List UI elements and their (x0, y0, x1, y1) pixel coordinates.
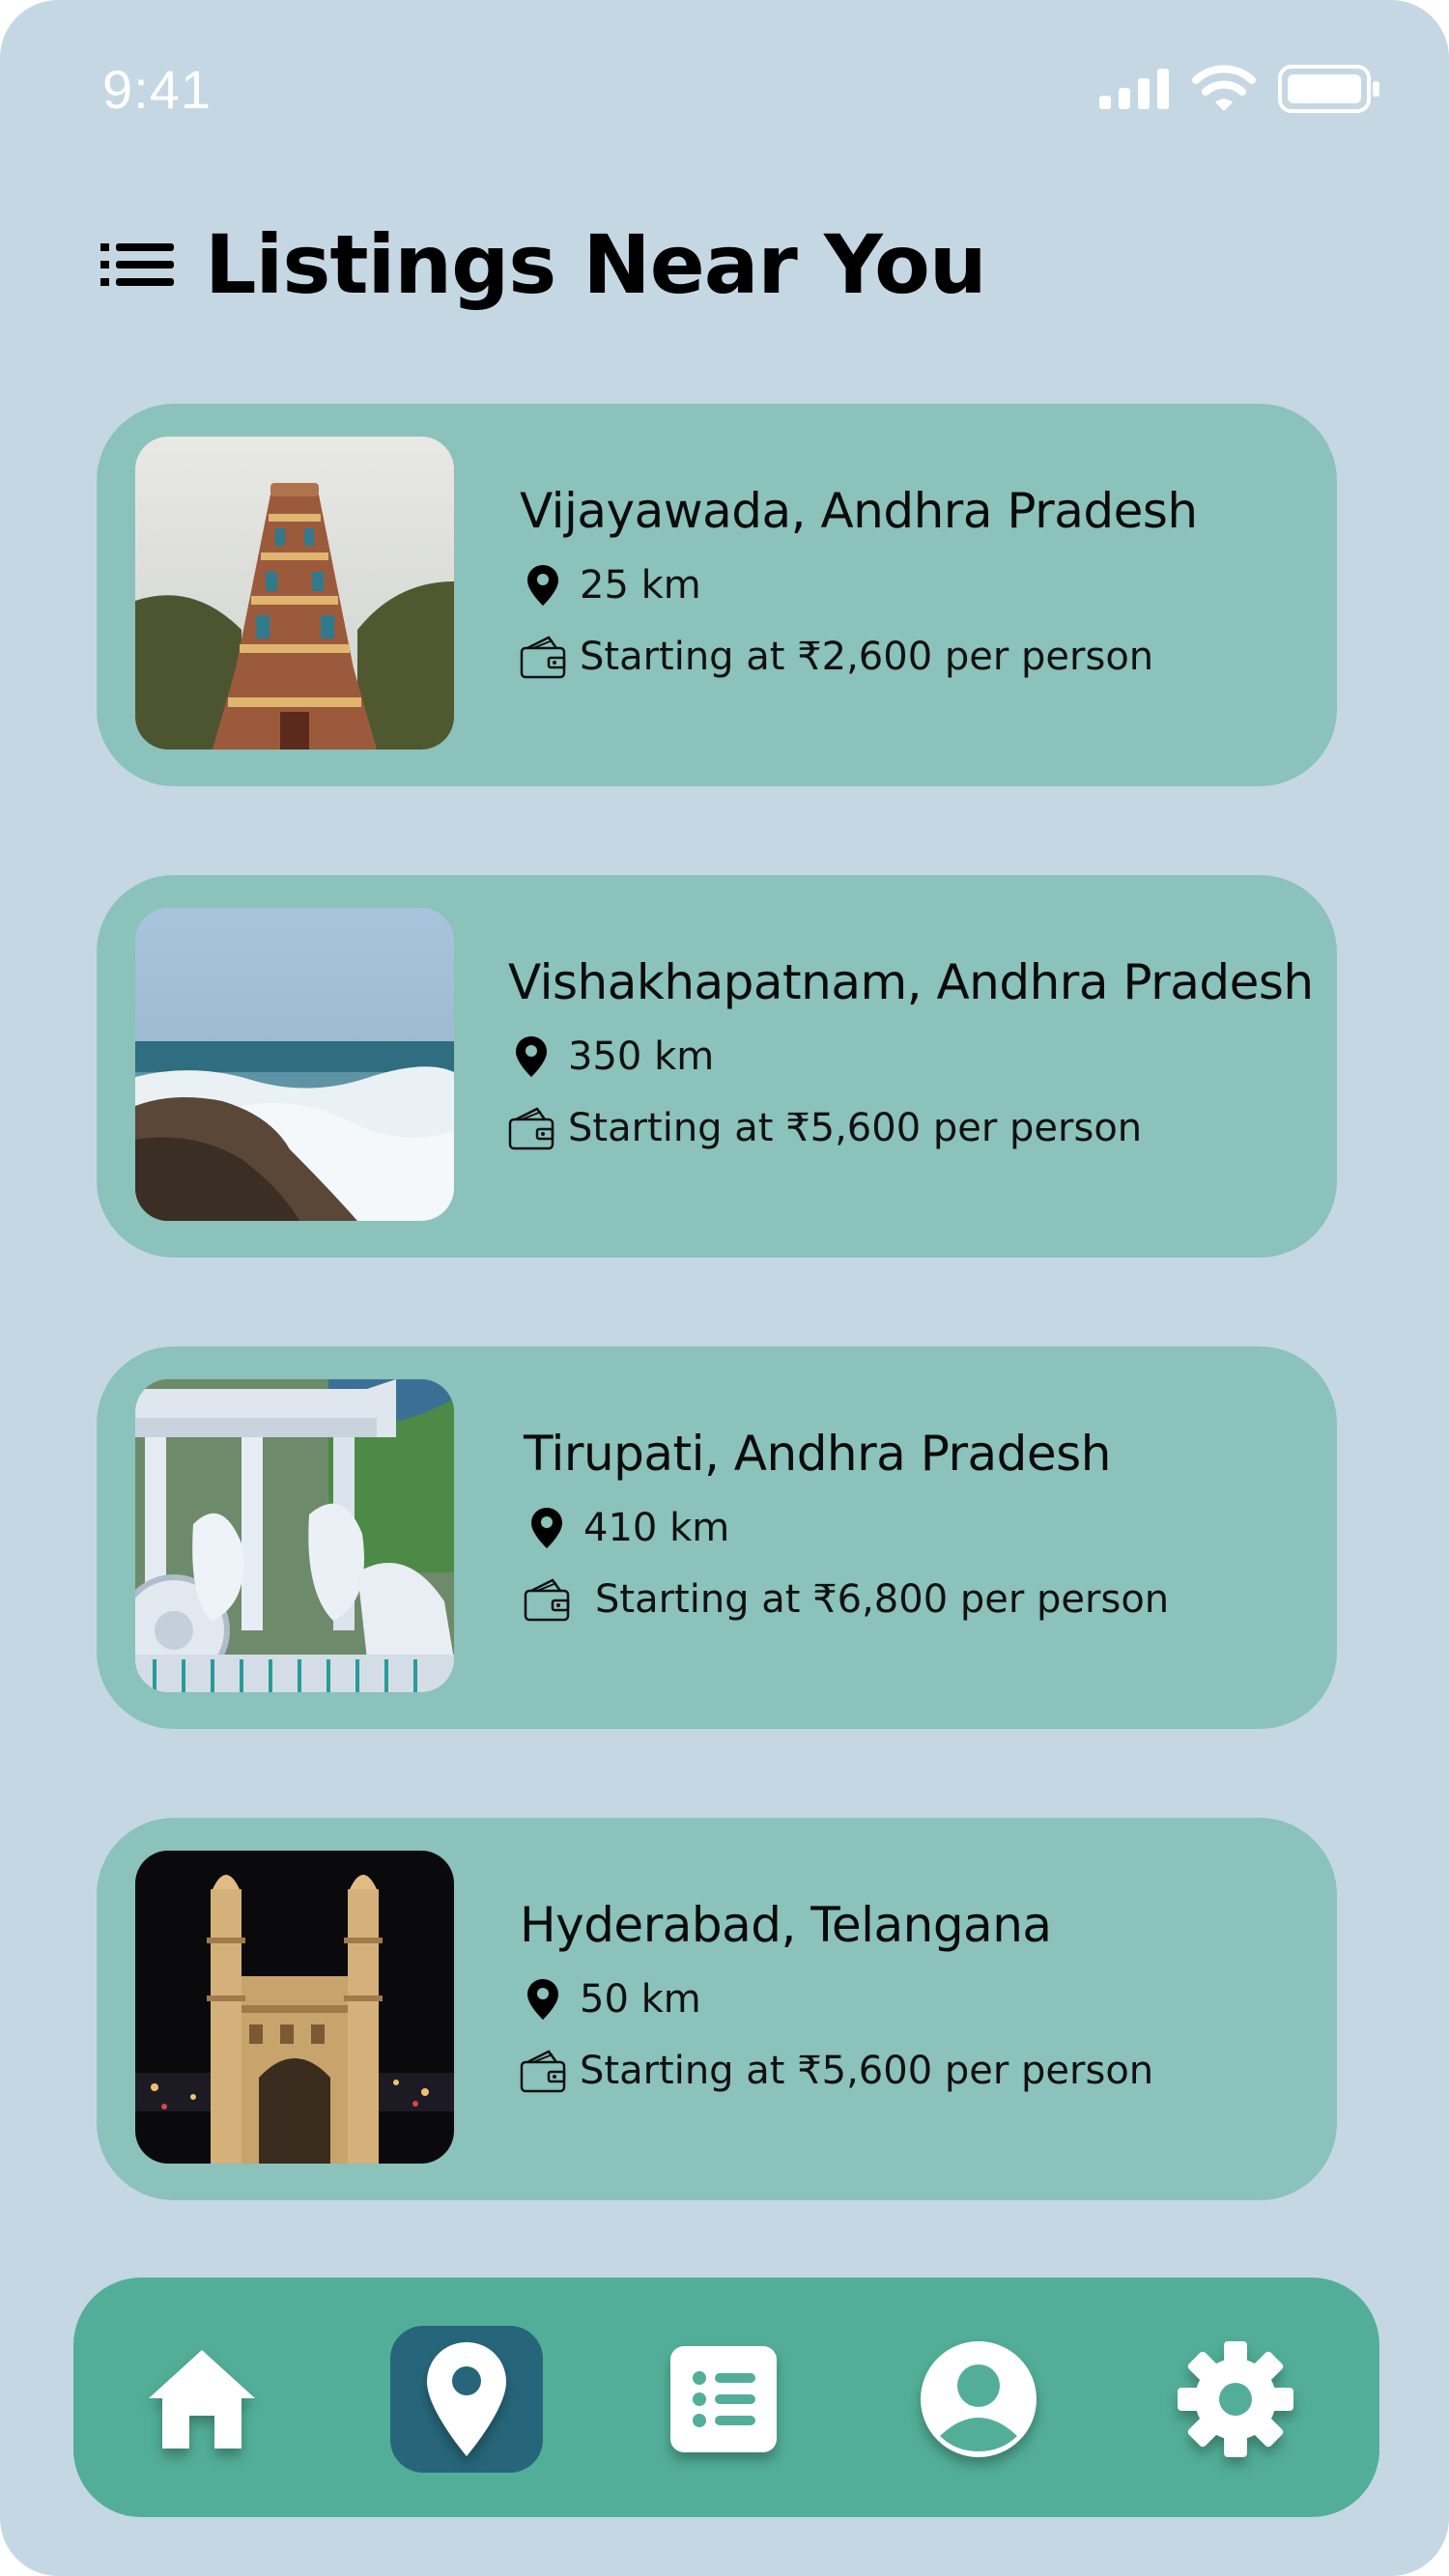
wifi-icon (1192, 65, 1256, 111)
listing-thumbnail (135, 908, 454, 1221)
list-icon (670, 2346, 777, 2452)
profile-icon (921, 2341, 1037, 2457)
listing-info: Hyderabad, Telangana 50 km Starting at ₹… (520, 1897, 1331, 2096)
listing-card[interactable]: Hyderabad, Telangana 50 km Starting at ₹… (97, 1818, 1337, 2200)
distance-text: 25 km (580, 563, 701, 608)
listing-title: Tirupati, Andhra Pradesh (524, 1426, 1111, 1482)
wallet-icon (508, 1103, 554, 1153)
price-text: Starting at ₹6,800 per person (595, 1577, 1170, 1622)
listing-info: Vijayawada, Andhra Pradesh 25 km Startin… (520, 483, 1331, 682)
location-pin-icon (520, 1974, 566, 2024)
app-screen: 9:41 Listings Near You Vijayawada, Andhr… (0, 0, 1449, 2576)
distance-text: 410 km (583, 1506, 730, 1550)
distance-row: 350 km (508, 1032, 1320, 1082)
listing-thumbnail (135, 1379, 454, 1692)
location-pin-icon (524, 1503, 570, 1553)
nav-settings[interactable] (1159, 2326, 1312, 2473)
listing-card[interactable]: Vishakhapatnam, Andhra Pradesh 350 km St… (97, 875, 1337, 1258)
wallet-icon (524, 1574, 570, 1625)
wallet-icon (520, 2046, 566, 2096)
price-row: Starting at ₹2,600 per person (520, 632, 1331, 682)
signal-icon (1099, 69, 1169, 109)
distance-text: 350 km (568, 1034, 715, 1079)
distance-text: 50 km (580, 1977, 701, 2022)
nav-location[interactable] (390, 2326, 543, 2473)
listing-card[interactable]: Tirupati, Andhra Pradesh 410 km Starting… (97, 1346, 1337, 1729)
listing-title: Vijayawada, Andhra Pradesh (520, 483, 1198, 539)
location-pin-icon (520, 560, 566, 610)
distance-row: 410 km (524, 1503, 1335, 1553)
price-row: Starting at ₹5,600 per person (508, 1103, 1320, 1153)
bottom-nav (73, 2278, 1379, 2517)
home-icon (149, 2350, 255, 2449)
location-pin-icon (427, 2342, 506, 2456)
price-text: Starting at ₹2,600 per person (580, 635, 1154, 679)
listing-thumbnail (135, 437, 454, 750)
settings-icon (1178, 2341, 1293, 2457)
battery-icon (1278, 65, 1379, 113)
listing-card[interactable]: Vijayawada, Andhra Pradesh 25 km Startin… (97, 404, 1337, 786)
listing-title: Vishakhapatnam, Andhra Pradesh (508, 954, 1314, 1010)
price-row: Starting at ₹5,600 per person (520, 2046, 1331, 2096)
distance-row: 25 km (520, 560, 1331, 610)
nav-home[interactable] (126, 2326, 278, 2473)
listing-thumbnail (135, 1851, 454, 2164)
status-icons (1097, 64, 1381, 114)
price-text: Starting at ₹5,600 per person (580, 2049, 1154, 2093)
page-header: Listings Near You (100, 217, 987, 312)
nav-profile[interactable] (902, 2326, 1055, 2473)
distance-row: 50 km (520, 1974, 1331, 2024)
nav-listings[interactable] (647, 2326, 800, 2473)
list-icon[interactable] (100, 241, 176, 289)
listing-info: Tirupati, Andhra Pradesh 410 km Starting… (524, 1426, 1335, 1625)
page-title: Listings Near You (205, 217, 987, 312)
price-text: Starting at ₹5,600 per person (568, 1106, 1143, 1150)
listing-title: Hyderabad, Telangana (520, 1897, 1052, 1953)
price-row: Starting at ₹6,800 per person (524, 1574, 1335, 1625)
wallet-icon (520, 632, 566, 682)
status-time: 9:41 (102, 59, 212, 120)
listing-info: Vishakhapatnam, Andhra Pradesh 350 km St… (508, 954, 1320, 1153)
location-pin-icon (508, 1032, 554, 1082)
